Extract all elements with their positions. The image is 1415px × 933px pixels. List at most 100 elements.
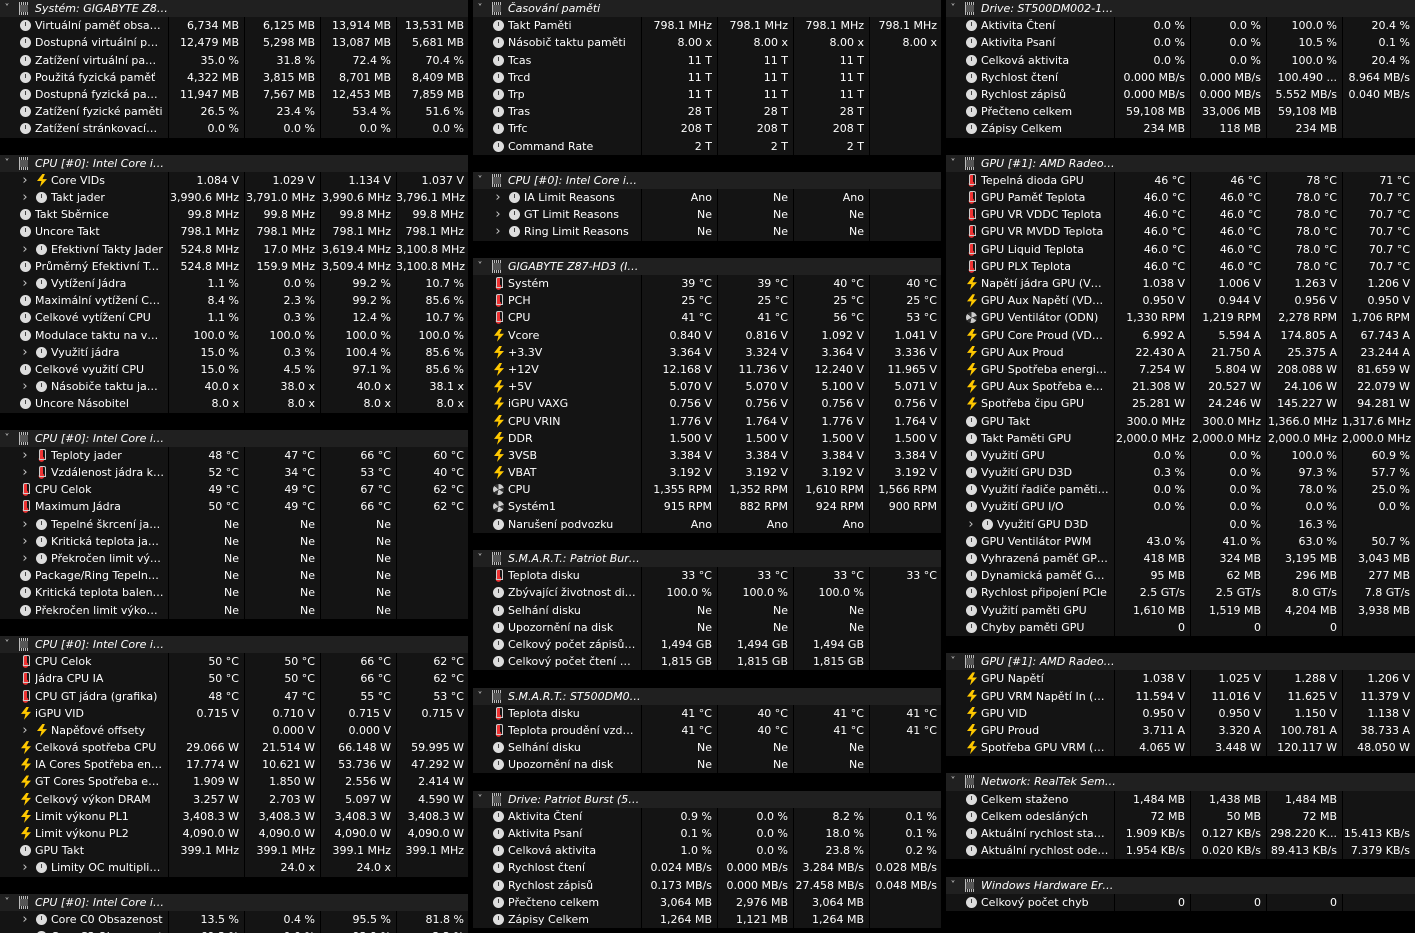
sensor-row[interactable]: DDR 1.500 V 1.500 V 1.500 V 1.500 V xyxy=(473,429,941,447)
sensor-row[interactable]: Celkem staženo 1,484 MB 1,438 MB 1,484 MB xyxy=(946,790,1415,808)
sensor-row[interactable]: Celkový výkon DRAM 3.257 W 2.703 W 5.097 W 4… xyxy=(0,790,468,808)
expand-chevron-icon[interactable]: › xyxy=(18,928,32,933)
sensor-row[interactable]: GPU PLX Teplota 46.0 °C 46.0 °C 78.0 °C 70.7… xyxy=(946,257,1415,275)
sensor-row[interactable]: › Limity OC multiplikátoru 24.0 x 24.0 x xyxy=(0,859,468,877)
sensor-row[interactable]: GPU Aux Proud 22.430 A 21.750 A 25.375 A 23.… xyxy=(946,343,1415,361)
sensor-row[interactable]: Kritická teplota balení/kr... Ne Ne Ne xyxy=(0,584,468,602)
sensor-row[interactable]: Překročen limit výkonu b... Ne Ne Ne xyxy=(0,601,468,619)
sensor-row[interactable]: CPU VRIN 1.776 V 1.764 V 1.776 V 1.764 V xyxy=(473,412,941,430)
sensor-row[interactable]: Maximální vytížení CPU/v... 8.4 % 2.3 % 99.… xyxy=(0,292,468,310)
expand-chevron-icon[interactable]: › xyxy=(491,206,505,223)
expand-chevron-icon[interactable]: › xyxy=(18,516,32,533)
sensor-row[interactable]: Aktivita Čtení 0.0 % 0.0 % 100.0 % 20.4 % xyxy=(946,17,1415,35)
sensor-row[interactable]: Rychlost připojení PCIe 2.5 GT/s 2.5 GT/s 8… xyxy=(946,584,1415,602)
sensor-row[interactable]: PCH 25 °C 25 °C 25 °C 25 °C xyxy=(473,292,941,310)
sensor-group-header[interactable]: ˅ S.M.A.R.T.: ST500DM00... xyxy=(473,687,941,705)
sensor-row[interactable]: Trcd 11 T 11 T 11 T xyxy=(473,68,941,86)
sensor-row[interactable]: Tcas 11 T 11 T 11 T xyxy=(473,51,941,69)
sensor-row[interactable]: Aktivita Psaní 0.0 % 0.0 % 10.5 % 0.1 % xyxy=(946,34,1415,52)
expand-chevron-icon[interactable]: › xyxy=(964,516,978,533)
sensor-row[interactable]: › Napěťové offsety 0.000 V 0.000 V xyxy=(0,721,468,740)
sensor-row[interactable]: Použitá fyzická paměť 4,322 MB 3,815 MB 8,7… xyxy=(0,68,468,86)
collapse-chevron-icon[interactable]: ˅ xyxy=(946,155,960,172)
sensor-row[interactable]: GT Cores Spotřeba energie 1.909 W 1.850 W 2… xyxy=(0,773,468,791)
sensor-row[interactable]: Zápisy Celkem 234 MB 118 MB 234 MB xyxy=(946,120,1415,138)
sensor-row[interactable]: CPU Celok 49 °C 49 °C 67 °C 62 °C xyxy=(0,481,468,499)
sensor-row[interactable]: IA Cores Spotřeba energie 17.774 W 10.621 … xyxy=(0,756,468,774)
expand-chevron-icon[interactable]: › xyxy=(18,189,32,206)
sensor-row[interactable]: › Core VIDs 1.084 V 1.029 V 1.134 V 1.037 V xyxy=(0,171,468,190)
sensor-row[interactable]: Systém1 915 RPM 882 RPM 924 RPM 900 RPM xyxy=(473,498,941,516)
sensor-row[interactable]: Tepelná dioda GPU 46 °C 46 °C 78 °C 71 °C xyxy=(946,171,1415,190)
sensor-group-header[interactable]: ˅ CPU [#0]: Intel Core i7-... xyxy=(0,893,468,911)
sensor-row[interactable]: Maximum Jádra 50 °C 49 °C 66 °C 62 °C xyxy=(0,498,468,516)
sensor-row[interactable]: GPU Napětí 1.038 V 1.025 V 1.288 V 1.206 V xyxy=(946,670,1415,688)
sensor-row[interactable]: Command Rate 2 T 2 T 2 T xyxy=(473,137,941,155)
sensor-row[interactable]: Selhání disku Ne Ne Ne xyxy=(473,739,941,757)
sensor-row[interactable]: Dynamická paměť GPU D3D 95 MB 62 MB 296 MB 2… xyxy=(946,567,1415,585)
sensor-row[interactable]: › Core C0 Obsazenost 13.5 % 0.4 % 95.5 % 81.8… xyxy=(0,910,468,929)
sensor-row[interactable]: › Vytížení Jádra 1.1 % 0.0 % 99.2 % 10.7 % xyxy=(0,275,468,293)
sensor-row[interactable]: › Ring Limit Reasons Ne Ne Ne xyxy=(473,223,941,241)
sensor-row[interactable]: Aktivita Psaní 0.1 % 0.0 % 18.0 % 0.1 % xyxy=(473,825,941,843)
sensor-row[interactable]: 3VSB 3.384 V 3.384 V 3.384 V 3.384 V xyxy=(473,446,941,465)
sensor-row[interactable]: Aktuální rychlost odesílání 1.954 KB/s 0.0… xyxy=(946,842,1415,860)
sensor-row[interactable]: GPU Aux Napětí (VDDCI) 0.950 V 0.944 V 0.95… xyxy=(946,292,1415,310)
sensor-row[interactable]: GPU VR MVDD Teplota 46.0 °C 46.0 °C 78.0 °C… xyxy=(946,223,1415,241)
sensor-row[interactable]: Spotřeba čipu GPU 25.281 W 24.246 W 145.227… xyxy=(946,395,1415,413)
collapse-chevron-icon[interactable]: ˅ xyxy=(946,877,960,894)
sensor-row[interactable]: Využití paměti GPU 1,610 MB 1,519 MB 4,204 … xyxy=(946,601,1415,619)
expand-chevron-icon[interactable]: › xyxy=(18,722,32,739)
sensor-row[interactable]: GPU VR VDDC Teplota 46.0 °C 46.0 °C 78.0 °C… xyxy=(946,206,1415,224)
sensor-row[interactable]: › IA Limit Reasons Ano Ne Ano xyxy=(473,189,941,207)
sensor-group-header[interactable]: ˅ CPU [#0]: Intel Core i7-... xyxy=(0,154,468,172)
sensor-row[interactable]: › Využití GPU D3D 0.0 % 16.3 % xyxy=(946,515,1415,533)
sensor-row[interactable]: Teplota disku 41 °C 40 °C 41 °C 41 °C xyxy=(473,704,941,722)
collapse-chevron-icon[interactable]: ˅ xyxy=(473,550,487,567)
sensor-row[interactable]: Limit výkonu PL2 4,090.0 W 4,090.0 W 4,090.… xyxy=(0,825,468,843)
expand-chevron-icon[interactable]: › xyxy=(18,533,32,550)
expand-chevron-icon[interactable]: › xyxy=(18,172,32,189)
sensor-row[interactable]: Zbývající životnost disku 100.0 % 100.0 % 1… xyxy=(473,584,941,602)
sensor-row[interactable]: Aktuální rychlost stahování 1.909 KB/s 0.1… xyxy=(946,825,1415,843)
sensor-row[interactable]: Rychlost čtení 0.000 MB/s 0.000 MB/s 100.49… xyxy=(946,68,1415,86)
sensor-row[interactable]: Trp 11 T 11 T 11 T xyxy=(473,85,941,104)
sensor-group-header[interactable]: ˅ Systém: GIGABYTE Z87-... xyxy=(0,0,468,18)
sensor-row[interactable]: Přečteno celkem 3,064 MB 2,976 MB 3,064 MB xyxy=(473,893,941,911)
sensor-row[interactable]: Násobič taktu paměti 8.00 x 8.00 x 8.00 x 8.… xyxy=(473,34,941,52)
sensor-row[interactable]: Dostupná virtuální paměť 12,479 MB 5,298 M… xyxy=(0,34,468,52)
collapse-chevron-icon[interactable]: ˅ xyxy=(473,688,487,705)
sensor-group-header[interactable]: ˅ CPU [#0]: Intel Core i7-... xyxy=(0,429,468,447)
sensor-row[interactable]: iGPU VAXG 0.756 V 0.756 V 0.756 V 0.756 V xyxy=(473,395,941,413)
sensor-row[interactable]: Modulace taktu na vyžá... 100.0 % 100.0 % 1… xyxy=(0,326,468,344)
sensor-row[interactable]: Package/Ring Tepelné šk... Ne Ne Ne xyxy=(0,567,468,585)
sensor-row[interactable]: Celková aktivita 1.0 % 0.0 % 23.8 % 0.2 % xyxy=(473,842,941,860)
sensor-row[interactable]: Zatížení stránkovacího s... 0.0 % 0.0 % 0.0… xyxy=(0,120,468,138)
sensor-group-header[interactable]: ˅ GIGABYTE Z87-HD3 (ITE... xyxy=(473,257,941,275)
collapse-chevron-icon[interactable]: ˅ xyxy=(0,155,14,172)
sensor-row[interactable]: GPU VID 0.950 V 0.950 V 1.150 V 1.138 V xyxy=(946,704,1415,722)
sensor-row[interactable]: Celkové vytížení CPU 1.1 % 0.3 % 12.4 % 10.7… xyxy=(0,309,468,327)
sensor-row[interactable]: Teplota disku 33 °C 33 °C 33 °C 33 °C xyxy=(473,567,941,585)
sensor-row[interactable]: CPU 41 °C 41 °C 56 °C 53 °C xyxy=(473,309,941,327)
sensor-row[interactable]: Limit výkonu PL1 3,408.3 W 3,408.3 W 3,408.… xyxy=(0,807,468,825)
collapse-chevron-icon[interactable]: ˅ xyxy=(0,636,14,653)
sensor-group-header[interactable]: ˅ GPU [#1]: AMD Radeon ... xyxy=(946,154,1415,172)
collapse-chevron-icon[interactable]: ˅ xyxy=(473,258,487,275)
collapse-chevron-icon[interactable]: ˅ xyxy=(946,773,960,790)
sensor-row[interactable]: CPU Celok 50 °C 50 °C 66 °C 62 °C xyxy=(0,653,468,671)
sensor-row[interactable]: Jádra CPU IA 50 °C 50 °C 66 °C 62 °C xyxy=(0,670,468,688)
expand-chevron-icon[interactable]: › xyxy=(18,859,32,876)
sensor-row[interactable]: › Tepelné škrcení jader Ne Ne Ne xyxy=(0,515,468,533)
sensor-row[interactable]: CPU GT jádra (grafika) 48 °C 47 °C 55 °C 53 … xyxy=(0,687,468,705)
sensor-row[interactable]: Přečteno celkem 59,108 MB 33,006 MB 59,108 … xyxy=(946,103,1415,121)
sensor-row[interactable]: Celkový počet čtení host... 1,815 GB 1,815… xyxy=(473,653,941,671)
sensor-row[interactable]: Trfc 208 T 208 T 208 T xyxy=(473,120,941,138)
sensor-row[interactable]: Upozornění na disk Ne Ne Ne xyxy=(473,756,941,774)
sensor-group-header[interactable]: ˅ CPU [#0]: Intel Core i7-... xyxy=(0,635,468,654)
expand-chevron-icon[interactable]: › xyxy=(18,447,32,464)
expand-chevron-icon[interactable]: › xyxy=(18,344,32,361)
collapse-chevron-icon[interactable]: ˅ xyxy=(473,0,487,17)
sensor-row[interactable]: Spotřeba GPU VRM (POUT) 4.065 W 3.448 W 120… xyxy=(946,739,1415,757)
sensor-row[interactable]: Chyby paměti GPU 0 0 0 xyxy=(946,618,1415,636)
